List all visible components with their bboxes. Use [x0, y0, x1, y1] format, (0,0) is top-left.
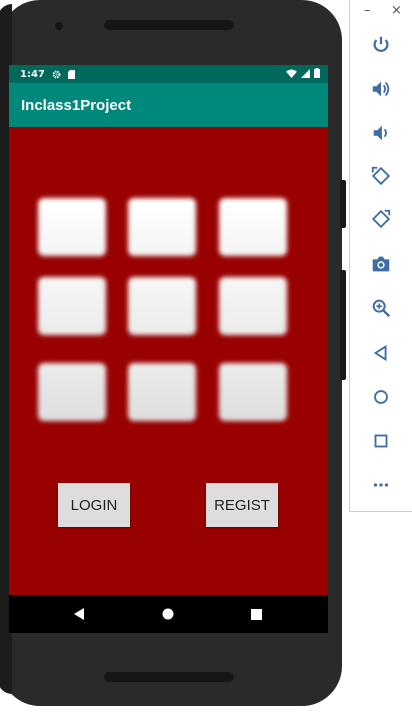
volume-up-icon[interactable] [368, 76, 394, 102]
front-camera [55, 22, 63, 30]
navigation-bar [9, 595, 328, 633]
grid-tile-4[interactable] [38, 277, 106, 335]
zoom-icon[interactable] [368, 295, 394, 321]
overview-icon[interactable] [247, 605, 265, 623]
sd-card-icon [67, 69, 75, 79]
back-icon[interactable] [70, 605, 88, 623]
app-title: Inclass1Project [21, 96, 132, 114]
settings-icon [52, 70, 61, 79]
grid-tile-6[interactable] [219, 277, 287, 335]
volume-down-icon[interactable] [368, 120, 394, 146]
grid-tile-2[interactable] [128, 198, 196, 256]
minimize-button[interactable]: – [364, 4, 371, 18]
camera-icon[interactable] [368, 251, 394, 277]
close-button[interactable]: × [391, 4, 402, 18]
status-bar: 1:47 [9, 65, 328, 83]
register-button[interactable]: REGIST [206, 483, 278, 527]
top-speaker [104, 20, 234, 30]
power-icon[interactable] [368, 32, 394, 58]
grid-tile-8[interactable] [128, 363, 196, 421]
status-indicators [286, 68, 320, 78]
back-icon[interactable] [368, 340, 394, 366]
more-icon[interactable] [368, 472, 394, 498]
grid-tile-1[interactable] [38, 198, 106, 256]
login-button[interactable]: LOGIN [58, 483, 130, 527]
battery-icon [314, 68, 320, 78]
grid-tile-3[interactable] [219, 198, 287, 256]
home-icon[interactable] [368, 384, 394, 410]
overview-icon[interactable] [368, 428, 394, 454]
grid-tile-5[interactable] [128, 277, 196, 335]
app-bar: Inclass1Project [9, 83, 328, 127]
signal-icon [301, 68, 310, 78]
emulator-toolbar: – × [349, 0, 412, 512]
home-icon[interactable] [159, 605, 177, 623]
power-key [340, 180, 346, 228]
device-screen: 1:47 Inclass1Project LOGIN REGIST [9, 65, 328, 633]
phone-frame: 1:47 Inclass1Project LOGIN REGIST [0, 0, 346, 706]
volume-key [340, 270, 346, 380]
grid-tile-7[interactable] [38, 363, 106, 421]
status-time: 1:47 [20, 68, 45, 80]
bottom-speaker [104, 672, 234, 682]
grid-tile-9[interactable] [219, 363, 287, 421]
rotate-right-icon[interactable] [368, 206, 394, 232]
rotate-left-icon[interactable] [368, 163, 394, 189]
wifi-icon [286, 68, 297, 78]
